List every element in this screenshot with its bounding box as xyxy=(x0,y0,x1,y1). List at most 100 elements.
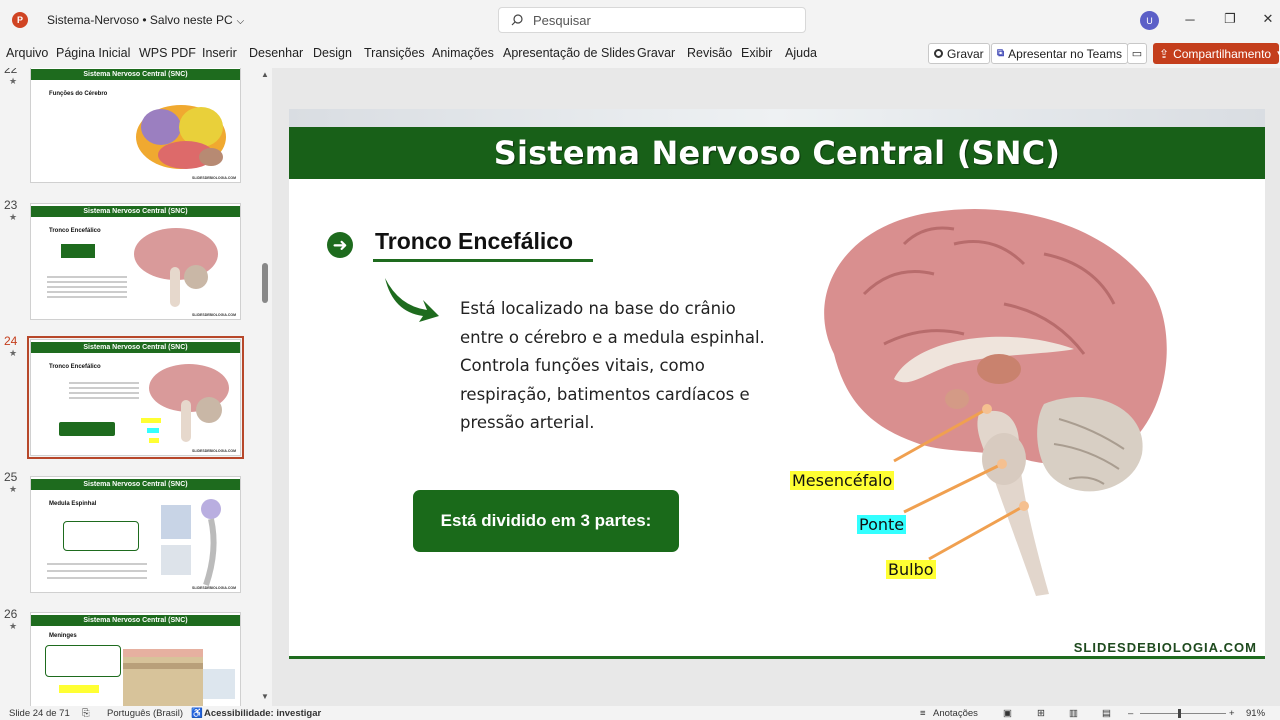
slide-footer-line xyxy=(289,656,1265,659)
zoom-slider[interactable] xyxy=(1140,713,1226,714)
divided-parts-text: Está dividido em 3 partes: xyxy=(440,511,652,530)
slide-thumbnail-24[interactable]: Sistema Nervoso Central (SNC) Tronco Enc… xyxy=(27,336,244,459)
present-teams-button[interactable]: ⧉ Apresentar no Teams xyxy=(991,43,1128,64)
powerpoint-logo-icon: P xyxy=(12,12,28,28)
accessibility-status[interactable]: Acessibilidade: investigar xyxy=(204,708,321,719)
comments-button[interactable]: ▭ xyxy=(1127,43,1147,64)
slide-thumbnail-23[interactable]: Sistema Nervoso Central (SNC) Tronco Enc… xyxy=(30,203,241,320)
brain-image xyxy=(141,364,229,443)
animation-star-icon: ★ xyxy=(9,621,18,631)
ribbon-tabs: Arquivo Página Inicial WPS PDF Inserir D… xyxy=(0,40,1280,68)
spinal-cord-image xyxy=(161,499,221,586)
thumbnail-subtitle: Funções do Cérebro xyxy=(49,91,108,97)
label-mesencefalo: Mesencéfalo xyxy=(790,471,895,490)
comment-icon: ▭ xyxy=(1131,48,1143,60)
slide-thumbnail-26[interactable]: Sistema Nervoso Central (SNC) Meninges xyxy=(30,612,241,706)
tab-wps-pdf[interactable]: WPS PDF xyxy=(139,46,196,60)
share-label: Compartilhamento xyxy=(1173,46,1272,61)
thumbnail-subtitle: Medula Espinhal xyxy=(49,501,97,507)
animation-star-icon: ★ xyxy=(9,348,18,358)
slide-subtitle: Tronco Encefálico xyxy=(375,228,574,254)
reading-view-icon[interactable]: ▥ xyxy=(1069,708,1078,719)
tab-inserir[interactable]: Inserir xyxy=(202,46,237,60)
normal-view-icon[interactable]: ▣ xyxy=(1003,708,1012,719)
document-title[interactable]: Sistema-Nervoso • Salvo neste PC ⌵ xyxy=(47,13,244,27)
tab-transicoes[interactable]: Transições xyxy=(364,46,425,60)
search-box[interactable]: Pesquisar xyxy=(498,7,806,33)
record-button[interactable]: Gravar xyxy=(928,43,990,64)
slide-body-text: Está localizado na base do crânio entre … xyxy=(460,299,765,432)
animation-star-icon: ★ xyxy=(9,484,18,494)
animation-star-icon: ★ xyxy=(9,212,18,222)
chevron-down-icon: ⌵ xyxy=(236,16,245,27)
slide-top-band xyxy=(289,109,1265,127)
current-slide[interactable]: Sistema Nervoso Central (SNC) ➜ Tronco E… xyxy=(289,109,1265,659)
slide-thumbnail-22[interactable]: Sistema Nervoso Central (SNC) Funções do… xyxy=(30,68,241,183)
zoom-in-icon[interactable]: + xyxy=(1229,708,1235,719)
thumbnail-text-lines xyxy=(69,382,139,384)
thumbnail-title: Sistema Nervoso Central (SNC) xyxy=(31,479,240,490)
tab-apresentacao[interactable]: Apresentação de Slides xyxy=(503,46,635,60)
restore-icon[interactable]: ❐ xyxy=(1220,9,1240,29)
powerpoint-window: P Sistema-Nervoso • Salvo neste PC ⌵ Pesq… xyxy=(0,0,1280,720)
accessibility-icon: ♿ xyxy=(191,708,203,719)
thumbnails-scrollbar[interactable]: ▲ ▼ xyxy=(258,68,272,706)
search-placeholder: Pesquisar xyxy=(533,13,591,28)
label-ponte: Ponte xyxy=(857,515,907,534)
title-bar: P Sistema-Nervoso • Salvo neste PC ⌵ Pesq… xyxy=(0,0,1280,40)
slide-thumbnail-25[interactable]: Sistema Nervoso Central (SNC) Medula Esp… xyxy=(30,476,241,593)
thumbnail-green-box xyxy=(61,244,95,258)
arrow-right-icon: ➜ xyxy=(327,232,353,258)
language-indicator[interactable]: Português (Brasil) xyxy=(107,708,183,719)
zoom-out-icon[interactable]: – xyxy=(1128,708,1133,719)
share-button[interactable]: ⇪ Compartilhamento ▾ xyxy=(1153,43,1280,64)
slide-counter: Slide 24 de 71 xyxy=(9,708,70,719)
slide-header: Sistema Nervoso Central (SNC) xyxy=(289,127,1265,179)
tab-design[interactable]: Design xyxy=(313,46,352,60)
brain-lobes-image xyxy=(136,105,226,169)
slide-title: Sistema Nervoso Central (SNC) xyxy=(493,134,1061,172)
scroll-down-icon[interactable]: ▼ xyxy=(261,692,269,701)
thumbnail-title: Sistema Nervoso Central (SNC) xyxy=(31,206,240,217)
slideshow-icon[interactable]: ▤ xyxy=(1102,708,1111,719)
close-icon[interactable]: ✕ xyxy=(1258,9,1278,29)
zoom-slider-thumb[interactable] xyxy=(1178,709,1181,718)
record-label: Gravar xyxy=(947,46,984,61)
tab-ajuda[interactable]: Ajuda xyxy=(785,46,817,60)
meninges-image xyxy=(123,649,235,706)
zoom-level[interactable]: 91% xyxy=(1246,708,1265,719)
thumbnail-title: Sistema Nervoso Central (SNC) xyxy=(31,615,240,626)
tab-pagina-inicial[interactable]: Página Inicial xyxy=(56,46,130,60)
tab-gravar[interactable]: Gravar xyxy=(637,46,675,60)
thumbnail-number: 24 xyxy=(4,334,18,348)
teams-label: Apresentar no Teams xyxy=(1008,46,1122,61)
tab-arquivo[interactable]: Arquivo xyxy=(6,46,48,60)
tab-exibir[interactable]: Exibir xyxy=(741,46,772,60)
thumbnail-footer: SLIDESDEBIOLOGIA.COM xyxy=(192,176,236,180)
teams-icon: ⧉ xyxy=(997,48,1005,59)
tab-revisao[interactable]: Revisão xyxy=(687,46,732,60)
scrollbar-thumb[interactable] xyxy=(262,263,268,303)
slide-sorter-icon[interactable]: ⊞ xyxy=(1037,708,1045,719)
label-bulbo: Bulbo xyxy=(886,560,936,579)
notes-icon: ≡ xyxy=(920,708,926,719)
thumbnail-number: 23 xyxy=(4,198,18,212)
label-pointer-lines xyxy=(893,404,1029,561)
thumbnail-text-lines xyxy=(47,563,147,565)
thumbnail-number: 22 xyxy=(4,68,18,76)
user-avatar[interactable]: U xyxy=(1140,11,1159,30)
animation-star-icon: ★ xyxy=(9,76,18,86)
search-icon xyxy=(511,14,523,26)
minimize-icon[interactable]: ─ xyxy=(1180,9,1200,29)
share-icon: ⇪ xyxy=(1159,46,1170,61)
tab-animacoes[interactable]: Animações xyxy=(432,46,494,60)
thumbnail-footer: SLIDESDEBIOLOGIA.COM xyxy=(192,586,236,590)
divided-parts-box: Está dividido em 3 partes: xyxy=(413,490,679,552)
scroll-up-icon[interactable]: ▲ xyxy=(261,70,269,79)
spelling-check-icon[interactable]: ⎘ xyxy=(82,708,90,719)
notes-button[interactable]: Anotações xyxy=(933,708,978,719)
thumbnail-subtitle: Tronco Encefálico xyxy=(49,228,101,234)
thumbnail-text-box xyxy=(45,645,121,677)
tab-desenhar[interactable]: Desenhar xyxy=(249,46,303,60)
subtitle-underline xyxy=(373,259,593,262)
